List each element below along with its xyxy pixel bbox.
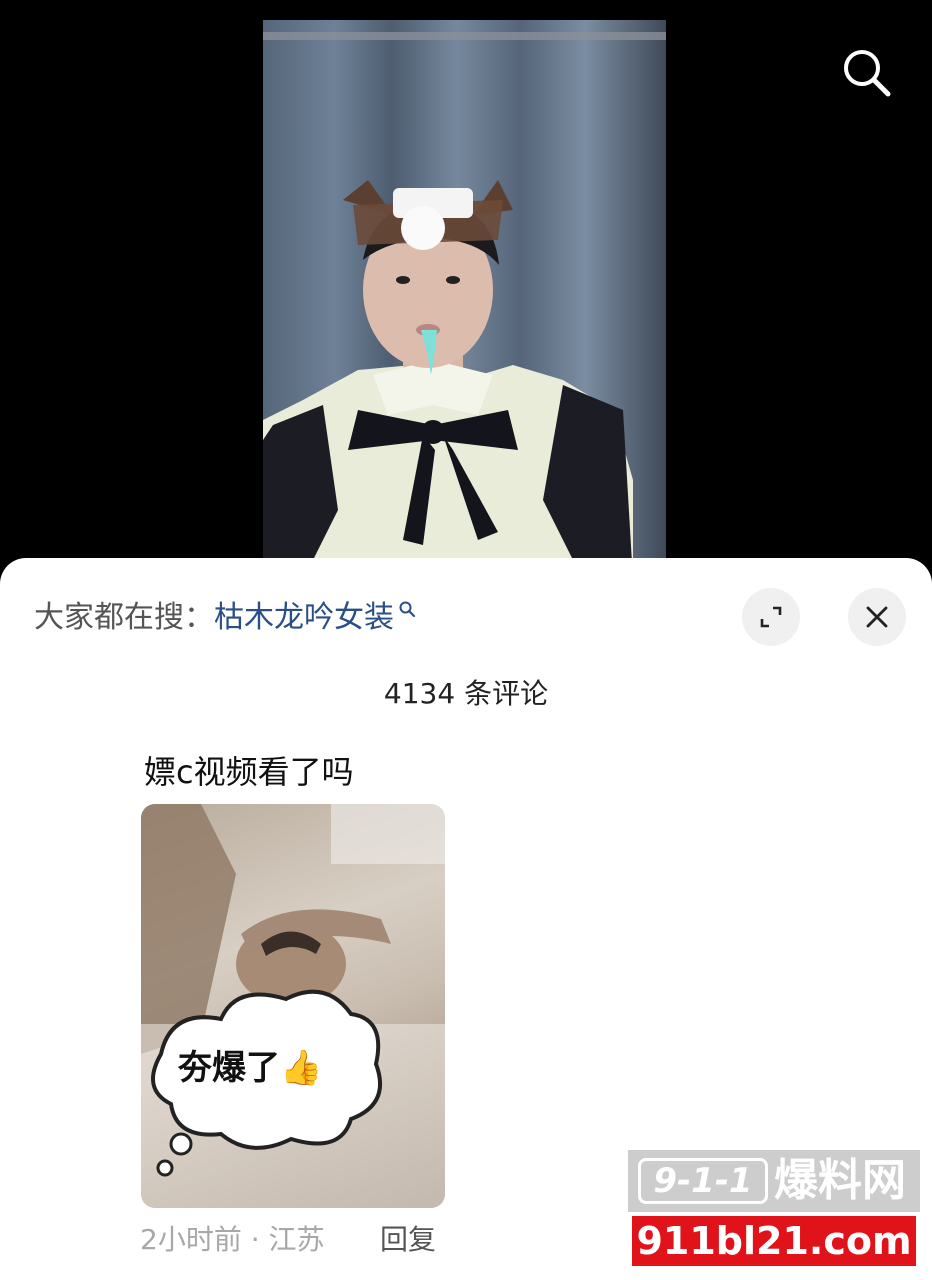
search-icon [844, 50, 891, 97]
comment-text: 嫖c视频看了吗 [144, 753, 354, 791]
close-icon [866, 606, 888, 628]
search-button[interactable] [836, 42, 896, 102]
comment-count: 4134 条评论 [383, 677, 549, 710]
watermark: 9-1-1 爆料网 911bl21.com [628, 1150, 920, 1268]
small-search-icon[interactable] [398, 600, 416, 618]
close-button[interactable] [848, 588, 906, 646]
reply-button[interactable]: 回复 [380, 1220, 436, 1260]
expand-icon [760, 606, 782, 628]
watermark-logo: 9-1-1 [638, 1158, 768, 1204]
image-sticker-text: 夯爆了👍 [178, 1048, 323, 1088]
watermark-brand-text: 爆料网 [774, 1155, 906, 1206]
comment-image-illustration [141, 804, 445, 1208]
comment-image[interactable] [141, 804, 445, 1208]
comment-meta: 2小时前 · 江苏 [140, 1223, 325, 1256]
trending-search-bar: 大家都在搜：枯木龙吟女装 [34, 596, 416, 640]
curtain-rod [263, 32, 666, 40]
video-frame [263, 20, 666, 580]
trending-search-term[interactable]: 枯木龙吟女装 [214, 600, 394, 635]
expand-button[interactable] [742, 588, 800, 646]
watermark-url: 911bl21.com [632, 1216, 916, 1266]
video-person-figure [263, 180, 633, 580]
video-player[interactable] [0, 0, 932, 580]
trending-search-prefix: 大家都在搜： [34, 600, 214, 635]
